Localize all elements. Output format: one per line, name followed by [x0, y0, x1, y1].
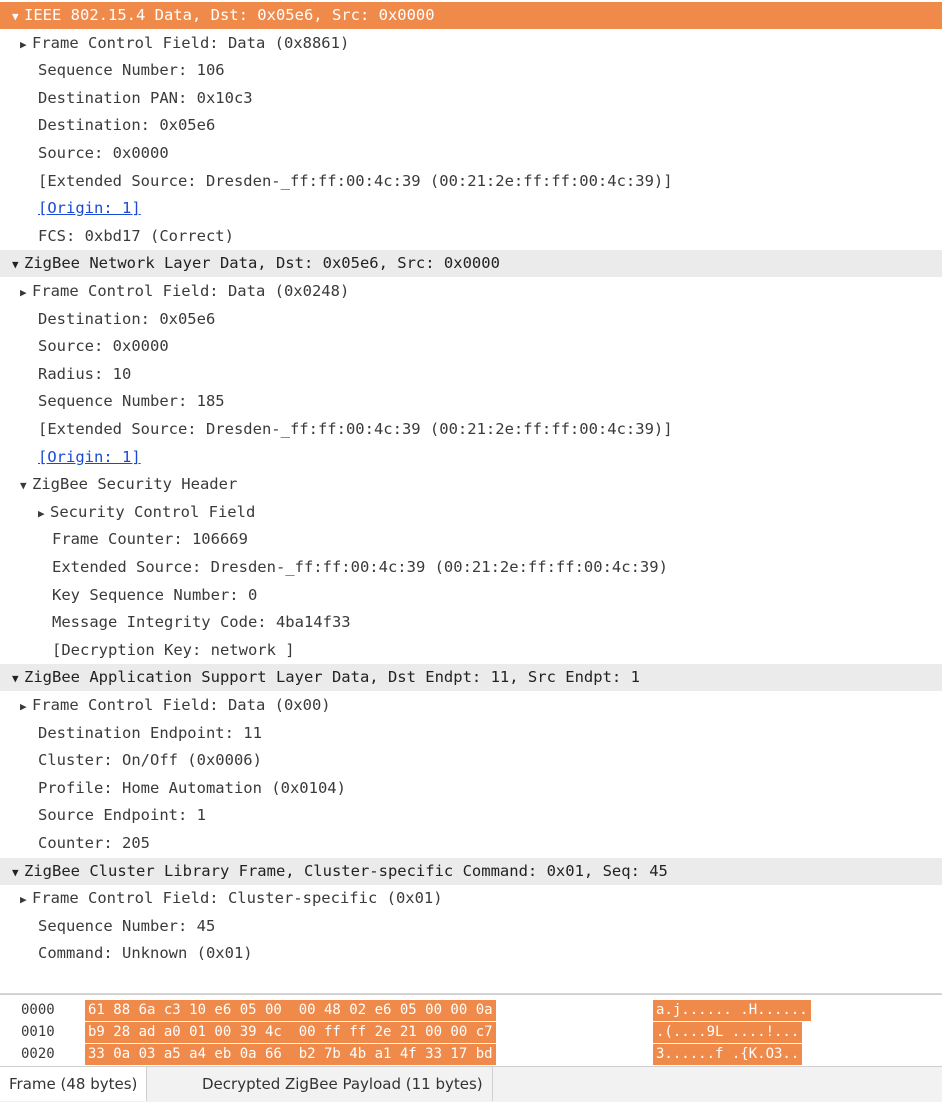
nwk-origin-link-label[interactable]: [Origin: 1]: [38, 448, 141, 466]
zcl-sequence-number[interactable]: Sequence Number: 45: [0, 913, 942, 940]
hex-bytes[interactable]: b9 28 ad a0 01 00 39 4c 00 ff ff 2e 21 0…: [85, 1022, 496, 1043]
zigbee-security-header-node-label: ZigBee Security Header: [32, 475, 238, 494]
collapse-triangle-icon[interactable]: ▼: [12, 859, 24, 886]
ieee-source-label: Source: 0x0000: [38, 144, 169, 162]
security-mic[interactable]: Message Integrity Code: 4ba14f33: [0, 609, 942, 636]
collapse-triangle-icon[interactable]: ▼: [12, 251, 24, 278]
hex-ascii[interactable]: .(....9L ....!...: [653, 1022, 803, 1043]
hex-ascii[interactable]: a.j...... .H......: [653, 1000, 811, 1021]
nwk-radius-label: Radius: 10: [38, 364, 132, 383]
expand-triangle-icon[interactable]: ▶: [20, 693, 32, 720]
ieee-destination[interactable]: Destination: 0x05e6: [0, 112, 942, 139]
zigbee-nwk-node-label: ZigBee Network Layer Data, Dst: 0x05e6, …: [24, 254, 500, 273]
aps-profile[interactable]: Profile: Home Automation (0x0104): [0, 775, 942, 802]
ieee-origin-link-label[interactable]: [Origin: 1]: [38, 199, 141, 217]
nwk-sequence-number[interactable]: Sequence Number: 185: [0, 388, 942, 415]
zigbee-aps-node-label: ZigBee Application Support Layer Data, D…: [24, 668, 640, 687]
nwk-frame-control-field-label: Frame Control Field: Data (0x0248): [32, 282, 350, 300]
ieee-source[interactable]: Source: 0x0000: [0, 140, 942, 167]
zcl-frame-control-field[interactable]: ▶ Frame Control Field: Cluster-specific (…: [0, 885, 942, 912]
ieee-fcs-label: FCS: 0xbd17 (Correct): [38, 226, 234, 245]
ieee-extended-source[interactable]: [Extended Source: Dresden-_ff:ff:00:4c:3…: [0, 168, 942, 195]
security-key-sequence-number[interactable]: Key Sequence Number: 0: [0, 582, 942, 609]
nwk-destination[interactable]: Destination: 0x05e6: [0, 306, 942, 333]
bytes-tab-bar: Frame (48 bytes) Decrypted ZigBee Payloa…: [0, 1066, 942, 1102]
collapse-triangle-icon[interactable]: ▼: [12, 665, 24, 692]
security-extended-source-label: Extended Source: Dresden-_ff:ff:00:4c:39…: [52, 558, 668, 576]
zigbee-zcl-node-label: ZigBee Cluster Library Frame, Cluster-sp…: [24, 861, 668, 880]
nwk-sequence-number-label: Sequence Number: 185: [38, 392, 225, 411]
expand-triangle-icon[interactable]: ▶: [38, 500, 50, 527]
aps-cluster-label: Cluster: On/Off (0x0006): [38, 751, 262, 770]
hex-offset: 0000: [21, 1002, 55, 1018]
nwk-radius[interactable]: Radius: 10: [0, 361, 942, 388]
aps-profile-label: Profile: Home Automation (0x0104): [38, 778, 346, 797]
ieee-destination-pan[interactable]: Destination PAN: 0x10c3: [0, 85, 942, 112]
packet-bytes-pane[interactable]: 0000 61 88 6a c3 10 e6 05 00 00 48 02 e6 …: [0, 994, 942, 1066]
aps-counter[interactable]: Counter: 205: [0, 830, 942, 857]
expand-triangle-icon[interactable]: ▶: [20, 31, 32, 58]
security-control-field[interactable]: ▶ Security Control Field: [0, 499, 942, 526]
ieee-origin-link[interactable]: [Origin: 1]: [0, 195, 942, 222]
zigbee-aps-node[interactable]: ▼ ZigBee Application Support Layer Data, …: [0, 664, 942, 692]
ieee-extended-source-label: [Extended Source: Dresden-_ff:ff:00:4c:3…: [38, 171, 673, 190]
ieee-fcs[interactable]: FCS: 0xbd17 (Correct): [0, 223, 942, 250]
security-key-sequence-number-label: Key Sequence Number: 0: [52, 585, 258, 604]
hex-row[interactable]: 0000 61 88 6a c3 10 e6 05 00 00 48 02 e6 …: [0, 1000, 942, 1021]
security-decryption-key[interactable]: [Decryption Key: network ]: [0, 637, 942, 664]
security-frame-counter[interactable]: Frame Counter: 106669: [0, 526, 942, 553]
nwk-origin-link[interactable]: [Origin: 1]: [0, 444, 942, 471]
nwk-source-label: Source: 0x0000: [38, 337, 169, 356]
hex-offset: 0020: [21, 1046, 55, 1062]
security-control-field-label: Security Control Field: [50, 502, 256, 521]
security-decryption-key-label: [Decryption Key: network ]: [52, 640, 295, 659]
nwk-source[interactable]: Source: 0x0000: [0, 333, 942, 360]
ieee-sequence-number-label: Sequence Number: 106: [38, 61, 225, 80]
aps-source-endpoint-label: Source Endpoint: 1: [38, 806, 206, 825]
zigbee-security-header-node[interactable]: ▼ ZigBee Security Header: [0, 471, 942, 498]
pane-splitter[interactable]: [0, 985, 942, 994]
zcl-command-label: Command: Unknown (0x01): [38, 944, 253, 963]
ieee-frame-control-field[interactable]: ▶ Frame Control Field: Data (0x8861): [0, 30, 942, 57]
packet-details-tree[interactable]: ▼ IEEE 802.15.4 Data, Dst: 0x05e6, Src: 0…: [0, 0, 942, 985]
hex-ascii[interactable]: 3......f .{K.O3..: [653, 1044, 803, 1065]
ieee-frame-control-field-label: Frame Control Field: Data (0x8861): [32, 33, 350, 52]
zigbee-zcl-node[interactable]: ▼ ZigBee Cluster Library Frame, Cluster-s…: [0, 857, 942, 886]
ieee-sequence-number[interactable]: Sequence Number: 106: [0, 57, 942, 84]
nwk-frame-control-field[interactable]: ▶ Frame Control Field: Data (0x0248): [0, 278, 942, 305]
aps-counter-label: Counter: 205: [38, 834, 150, 852]
security-frame-counter-label: Frame Counter: 106669: [52, 530, 248, 549]
security-extended-source[interactable]: Extended Source: Dresden-_ff:ff:00:4c:39…: [0, 554, 942, 581]
zcl-sequence-number-label: Sequence Number: 45: [38, 916, 216, 935]
aps-destination-endpoint-label: Destination Endpoint: 11: [38, 723, 262, 742]
zcl-command[interactable]: Command: Unknown (0x01): [0, 940, 942, 967]
tab-frame-bytes[interactable]: Frame (48 bytes): [0, 1067, 148, 1101]
nwk-extended-source[interactable]: [Extended Source: Dresden-_ff:ff:00:4c:3…: [0, 416, 942, 443]
zcl-frame-control-field-label: Frame Control Field: Cluster-specific (0…: [32, 889, 443, 908]
aps-destination-endpoint[interactable]: Destination Endpoint: 11: [0, 720, 942, 747]
collapse-triangle-icon[interactable]: ▼: [20, 472, 32, 499]
aps-frame-control-field-label: Frame Control Field: Data (0x00): [32, 696, 331, 714]
hex-offset: 0010: [21, 1024, 55, 1040]
aps-source-endpoint[interactable]: Source Endpoint: 1: [0, 802, 942, 829]
ieee-802154-node[interactable]: ▼ IEEE 802.15.4 Data, Dst: 0x05e6, Src: 0…: [0, 2, 942, 29]
collapse-triangle-icon[interactable]: ▼: [12, 3, 24, 30]
hex-bytes[interactable]: 33 0a 03 a5 a4 eb 0a 66 b2 7b 4b a1 4f 3…: [85, 1044, 496, 1065]
aps-cluster[interactable]: Cluster: On/Off (0x0006): [0, 747, 942, 774]
zigbee-nwk-node[interactable]: ▼ ZigBee Network Layer Data, Dst: 0x05e6,…: [0, 250, 942, 278]
security-mic-label: Message Integrity Code: 4ba14f33: [52, 613, 351, 632]
hex-row[interactable]: 0020 33 0a 03 a5 a4 eb 0a 66 b2 7b 4b a1 …: [0, 1044, 942, 1065]
hex-bytes[interactable]: 61 88 6a c3 10 e6 05 00 00 48 02 e6 05 0…: [85, 1000, 496, 1021]
aps-frame-control-field[interactable]: ▶ Frame Control Field: Data (0x00): [0, 692, 942, 719]
expand-triangle-icon[interactable]: ▶: [20, 886, 32, 913]
ieee-destination-label: Destination: 0x05e6: [38, 116, 216, 135]
ieee-802154-node-label: IEEE 802.15.4 Data, Dst: 0x05e6, Src: 0x…: [24, 6, 435, 24]
nwk-destination-label: Destination: 0x05e6: [38, 309, 216, 328]
tab-decrypted-zigbee-payload[interactable]: Decrypted ZigBee Payload (11 bytes): [193, 1067, 493, 1101]
expand-triangle-icon[interactable]: ▶: [20, 279, 32, 306]
ieee-destination-pan-label: Destination PAN: 0x10c3: [38, 88, 253, 107]
nwk-extended-source-label: [Extended Source: Dresden-_ff:ff:00:4c:3…: [38, 420, 673, 438]
hex-row[interactable]: 0010 b9 28 ad a0 01 00 39 4c 00 ff ff 2e …: [0, 1022, 942, 1043]
